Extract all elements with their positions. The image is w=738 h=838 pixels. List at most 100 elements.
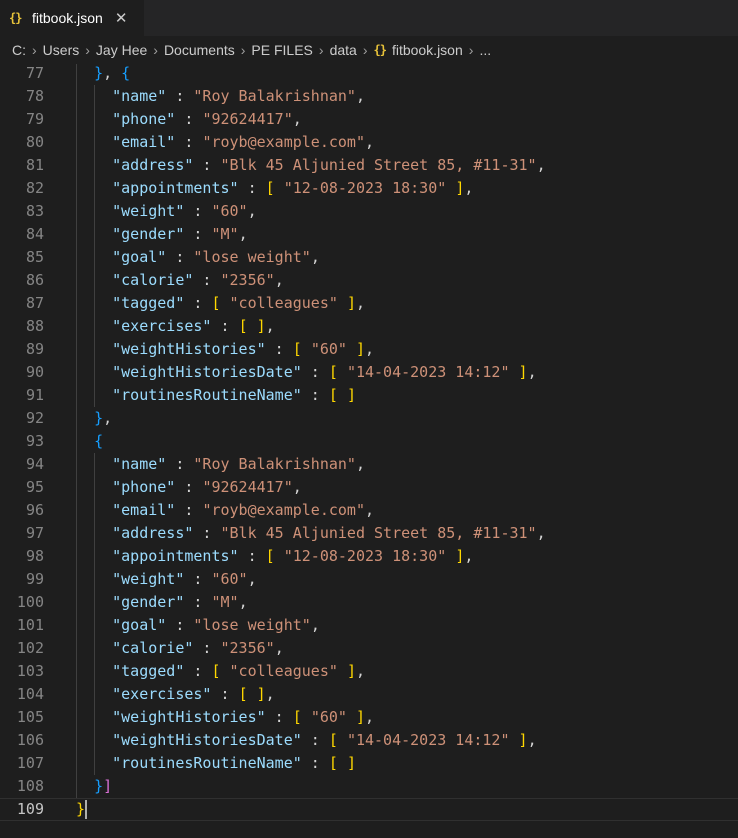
code-line[interactable]: 83 "weight" : "60",	[0, 200, 738, 223]
code-token: [	[211, 294, 221, 312]
code-line[interactable]: 96 "email" : "royb@example.com",	[0, 499, 738, 522]
code-line[interactable]: 97 "address" : "Blk 45 Aljunied Street 8…	[0, 522, 738, 545]
line-number: 88	[25, 317, 44, 335]
code-line[interactable]: 82 "appointments" : [ "12-08-2023 18:30"…	[0, 177, 738, 200]
code-token: "weightHistoriesDate"	[112, 731, 302, 749]
breadcrumb-pe-files[interactable]: PE FILES	[251, 42, 312, 58]
code-token: :	[166, 248, 194, 266]
code-line[interactable]: 86 "calorie" : "2356",	[0, 269, 738, 292]
code-token: :	[175, 478, 203, 496]
code-token: "colleagues"	[229, 294, 338, 312]
line-number: 86	[25, 271, 44, 289]
code-token: :	[184, 225, 212, 243]
code-editor[interactable]: 77 }, {78 "name" : "Roy Balakrishnan", 79…	[0, 64, 738, 838]
code-line[interactable]: 105 "weightHistories" : [ "60" ],	[0, 706, 738, 729]
line-number: 78	[25, 87, 44, 105]
code-line[interactable]: 80 "email" : "royb@example.com",	[0, 131, 738, 154]
code-token: :	[175, 501, 203, 519]
code-line[interactable]: 92 },	[0, 407, 738, 430]
breadcrumb-file[interactable]: fitbook.json	[392, 42, 463, 58]
code-line[interactable]: 89 "weightHistories" : [ "60" ],	[0, 338, 738, 361]
code-line[interactable]: 78 "name" : "Roy Balakrishnan",	[0, 85, 738, 108]
code-token: ]	[455, 179, 465, 197]
code-line[interactable]: 88 "exercises" : [ ],	[0, 315, 738, 338]
line-number: 83	[25, 202, 44, 220]
line-number: 105	[16, 708, 44, 726]
breadcrumb-data[interactable]: data	[330, 42, 357, 58]
close-icon[interactable]: ✕	[115, 9, 128, 27]
line-number: 93	[25, 432, 44, 450]
code-line[interactable]: 85 "goal" : "lose weight",	[0, 246, 738, 269]
line-code: "phone" : "92624417",	[76, 108, 302, 131]
line-code: "weightHistories" : [ "60" ],	[76, 706, 374, 729]
breadcrumb-user-folder[interactable]: Jay Hee	[96, 42, 147, 58]
chevron-right-icon: ›	[32, 42, 37, 58]
code-line[interactable]: 79 "phone" : "92624417",	[0, 108, 738, 131]
code-line[interactable]: 94 "name" : "Roy Balakrishnan",	[0, 453, 738, 476]
code-line[interactable]: 107 "routinesRoutineName" : [ ]	[0, 752, 738, 775]
line-code: "address" : "Blk 45 Aljunied Street 85, …	[76, 154, 545, 177]
code-token: ]	[346, 754, 356, 772]
line-code: "gender" : "M",	[76, 591, 247, 614]
code-token: :	[301, 386, 329, 404]
code-line[interactable]: 100 "gender" : "M",	[0, 591, 738, 614]
code-line[interactable]: 84 "gender" : "M",	[0, 223, 738, 246]
code-token: "routinesRoutineName"	[112, 386, 302, 404]
breadcrumb-drive[interactable]: C:	[12, 42, 26, 58]
line-number: 95	[25, 478, 44, 496]
code-line[interactable]: 95 "phone" : "92624417",	[0, 476, 738, 499]
line-code: "address" : "Blk 45 Aljunied Street 85, …	[76, 522, 545, 545]
code-line[interactable]: 101 "goal" : "lose weight",	[0, 614, 738, 637]
code-token: "14-04-2023 14:12"	[346, 731, 510, 749]
code-line[interactable]: 87 "tagged" : [ "colleagues" ],	[0, 292, 738, 315]
line-number: 92	[25, 409, 44, 427]
code-line[interactable]: 109}	[0, 798, 738, 821]
code-token: "name"	[112, 87, 167, 105]
text-cursor	[85, 800, 88, 819]
code-line[interactable]: 108 }]	[0, 775, 738, 798]
code-line[interactable]: 93 {	[0, 430, 738, 453]
line-code: "exercises" : [ ],	[76, 683, 275, 706]
line-code: "name" : "Roy Balakrishnan",	[76, 453, 365, 476]
code-line[interactable]: 99 "weight" : "60",	[0, 568, 738, 591]
code-token: [	[292, 340, 302, 358]
code-token: ,	[238, 225, 248, 243]
code-token: ,	[355, 662, 365, 680]
code-line[interactable]: 90 "weightHistoriesDate" : [ "14-04-2023…	[0, 361, 738, 384]
code-token: :	[193, 271, 221, 289]
line-number: 87	[25, 294, 44, 312]
code-token: ,	[464, 179, 474, 197]
line-code: "exercises" : [ ],	[76, 315, 275, 338]
code-token: ,	[527, 363, 537, 381]
code-line[interactable]: 98 "appointments" : [ "12-08-2023 18:30"…	[0, 545, 738, 568]
breadcrumb-documents[interactable]: Documents	[164, 42, 235, 58]
code-token: "address"	[112, 156, 194, 174]
chevron-right-icon: ›	[240, 42, 246, 58]
code-line[interactable]: 91 "routinesRoutineName" : [ ]	[0, 384, 738, 407]
line-number: 96	[25, 501, 44, 519]
code-token: ]	[518, 731, 528, 749]
line-code: "weightHistoriesDate" : [ "14-04-2023 14…	[76, 361, 537, 384]
code-line[interactable]: 77 }, {	[0, 64, 738, 85]
code-line[interactable]: 102 "calorie" : "2356",	[0, 637, 738, 660]
line-code: }	[76, 799, 85, 820]
code-token: :	[211, 685, 239, 703]
code-line[interactable]: 103 "tagged" : [ "colleagues" ],	[0, 660, 738, 683]
code-line[interactable]: 106 "weightHistoriesDate" : [ "14-04-202…	[0, 729, 738, 752]
breadcrumb-symbols[interactable]: ...	[479, 42, 491, 58]
code-line[interactable]: 81 "address" : "Blk 45 Aljunied Street 8…	[0, 154, 738, 177]
code-token: "appointments"	[112, 179, 239, 197]
code-token: "weightHistories"	[112, 708, 266, 726]
code-line[interactable]: 104 "exercises" : [ ],	[0, 683, 738, 706]
code-token: :	[184, 593, 212, 611]
breadcrumb-users[interactable]: Users	[43, 42, 80, 58]
tab-fitbook-json[interactable]: {} fitbook.json ✕	[0, 0, 144, 36]
code-token: :	[166, 87, 194, 105]
